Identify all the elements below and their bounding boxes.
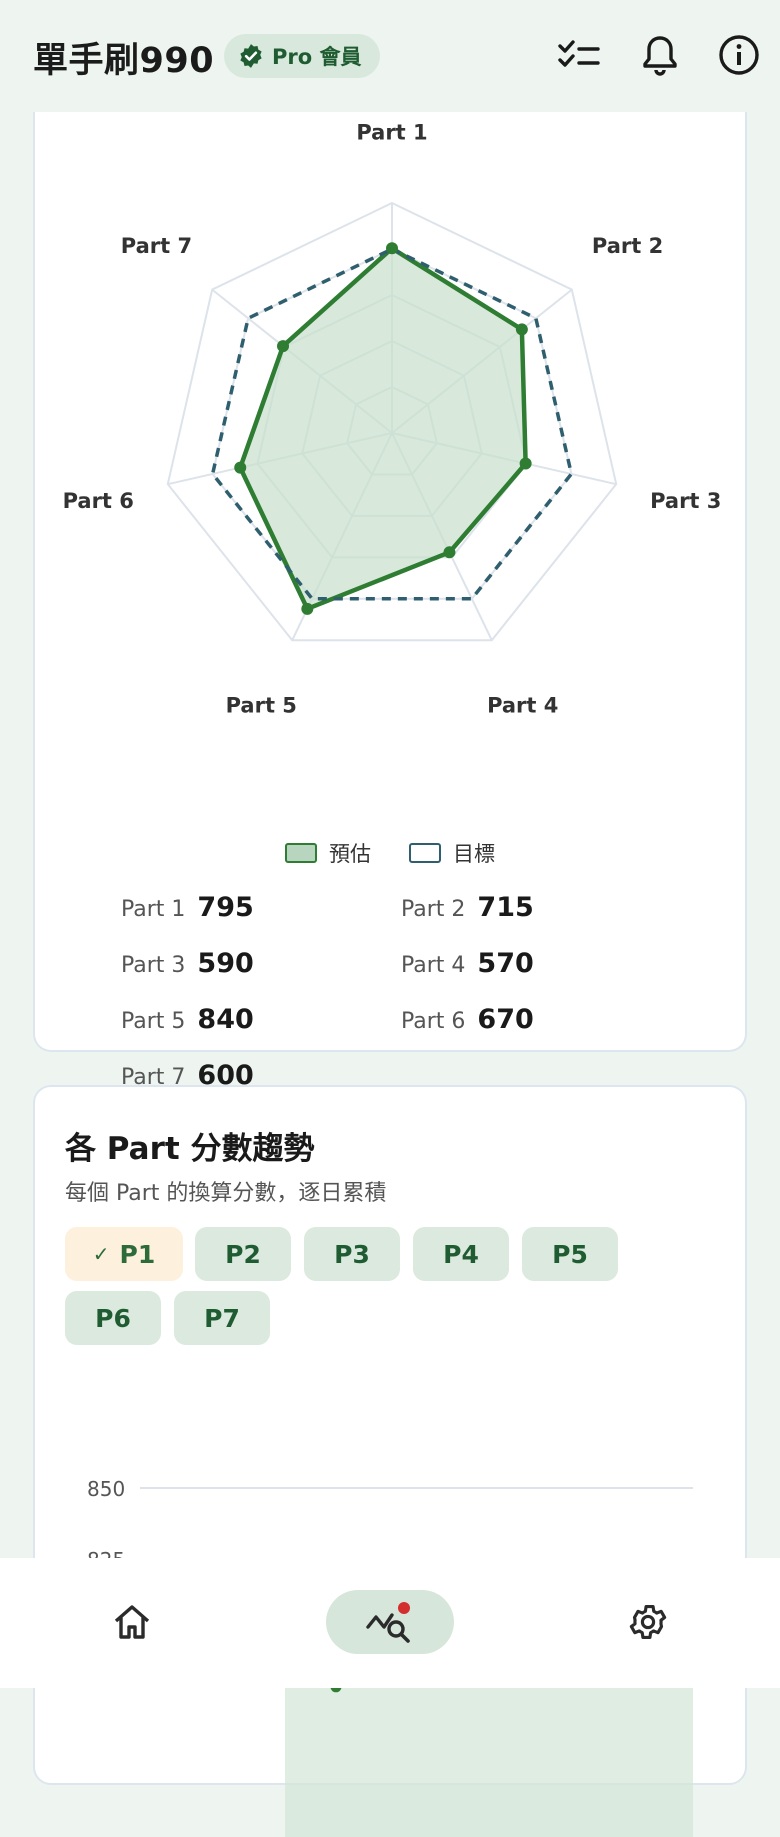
radar-point <box>234 461 247 474</box>
score-value: 670 <box>477 1004 534 1035</box>
score-value: 590 <box>197 948 254 979</box>
radar-legend: 預估 目標 <box>35 838 745 868</box>
radar-axis-label: Part 7 <box>121 234 192 258</box>
bell-icon[interactable] <box>637 32 683 78</box>
legend-target[interactable]: 目標 <box>409 838 495 868</box>
chip-p2[interactable]: P2 <box>195 1227 291 1281</box>
nav-settings[interactable] <box>616 1590 680 1654</box>
chip-p5[interactable]: P5 <box>522 1227 618 1281</box>
score-item: Part 3 590 <box>121 948 254 979</box>
score-label: Part 3 <box>121 953 186 978</box>
score-item: Part 1 795 <box>121 892 254 923</box>
score-value: 715 <box>477 892 534 923</box>
chip-p3[interactable]: P3 <box>304 1227 400 1281</box>
chip-label: P5 <box>552 1239 588 1269</box>
score-label: Part 1 <box>121 897 186 922</box>
app-header: 單手刷990 Pro 會員 <box>0 0 780 112</box>
chip-label: P4 <box>443 1239 479 1269</box>
target-swatch <box>409 843 441 863</box>
check-icon: ✓ <box>92 1242 110 1266</box>
chip-p1[interactable]: ✓ P1 <box>65 1227 183 1281</box>
score-value: 795 <box>197 892 254 923</box>
score-label: Part 6 <box>401 1009 466 1034</box>
y-tick-label: 850 <box>87 1477 125 1501</box>
score-label: Part 5 <box>121 1009 186 1034</box>
radar-point <box>519 457 532 470</box>
chip-label: P7 <box>204 1303 240 1333</box>
home-icon <box>114 1605 150 1639</box>
nav-home[interactable] <box>100 1590 164 1654</box>
score-value: 570 <box>477 948 534 979</box>
radar-axis-label: Part 3 <box>650 489 721 513</box>
info-icon[interactable] <box>716 32 762 78</box>
notification-dot <box>398 1602 410 1614</box>
checklist-icon[interactable] <box>556 32 602 78</box>
verified-icon <box>240 44 262 68</box>
radar-axis-label: Part 5 <box>226 693 297 717</box>
trend-subtitle: 每個 Part 的換算分數，逐日累積 <box>65 1181 387 1206</box>
score-value: 840 <box>197 1004 254 1035</box>
radar-axis-label: Part 1 <box>356 121 427 145</box>
pro-badge[interactable]: Pro 會員 <box>224 34 380 78</box>
nav-stats[interactable] <box>326 1590 454 1654</box>
chip-p6[interactable]: P6 <box>65 1291 161 1345</box>
score-item: Part 6 670 <box>401 1004 534 1035</box>
estimate-swatch <box>285 843 317 863</box>
radar-point <box>443 546 456 559</box>
chip-label: P1 <box>119 1239 156 1269</box>
score-label: Part 4 <box>401 953 466 978</box>
radar-axis-label: Part 2 <box>592 234 663 258</box>
app-title: 單手刷990 <box>33 41 215 81</box>
radar-point <box>515 323 528 336</box>
legend-estimate-label: 預估 <box>329 842 371 866</box>
legend-estimate[interactable]: 預估 <box>285 838 371 868</box>
radar-card: Part 1 Part 2 Part 3 Part 4 Part 5 Part 6 Part… <box>33 80 747 1091</box>
legend-target-label: 目標 <box>453 842 495 866</box>
bottom-nav <box>0 1558 780 1688</box>
chip-p7[interactable]: P7 <box>174 1291 270 1345</box>
settings-icon <box>629 1605 667 1639</box>
chip-label: P6 <box>95 1303 131 1333</box>
chip-p4[interactable]: P4 <box>413 1227 509 1281</box>
pro-badge-label: Pro 會員 <box>272 45 362 69</box>
score-item: Part 4 570 <box>401 948 534 979</box>
trend-title: 各 Part 分數趨勢 <box>65 1131 315 1167</box>
radar-axis-label: Part 6 <box>63 489 134 513</box>
score-label: Part 2 <box>401 897 466 922</box>
chip-label: P3 <box>334 1239 370 1269</box>
radar-point <box>301 602 314 615</box>
radar-chart: Part 1 Part 2 Part 3 Part 4 Part 5 Part 6 Part… <box>63 121 722 718</box>
radar-point <box>386 242 398 255</box>
score-item: Part 5 840 <box>121 1004 254 1035</box>
radar-axis-label: Part 4 <box>487 693 558 717</box>
radar-point <box>277 340 290 353</box>
chip-label: P2 <box>225 1239 261 1269</box>
score-item: Part 2 715 <box>401 892 534 923</box>
